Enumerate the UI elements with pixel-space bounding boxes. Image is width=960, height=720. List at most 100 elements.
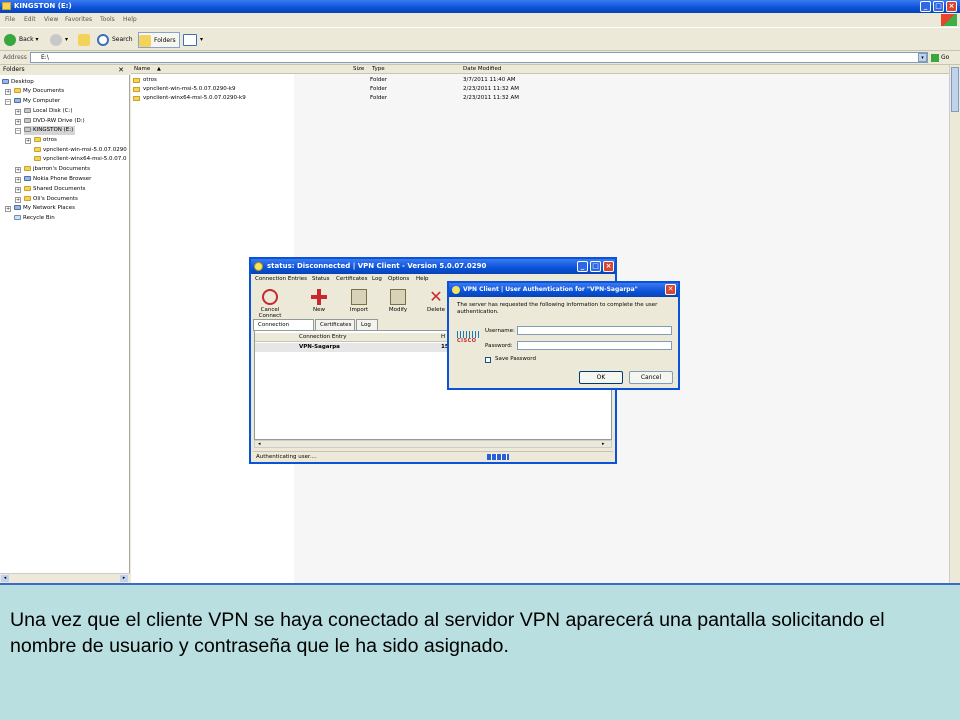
menu-help[interactable]: Help <box>416 276 429 282</box>
menu-favorites[interactable]: Favorites <box>65 16 92 23</box>
menu-status[interactable]: Status <box>312 276 330 282</box>
column-connection-entry[interactable]: Connection Entry <box>299 334 347 340</box>
vpn-horizontal-scrollbar[interactable]: ◂ ▸ <box>254 440 612 448</box>
views-button[interactable]: ▾ <box>183 32 203 48</box>
new-entry-button[interactable]: New <box>305 289 333 319</box>
tree-item-dvd-drive[interactable]: DVD-RW Drive (D:) <box>24 117 85 126</box>
up-folder-icon <box>78 33 90 46</box>
expand-toggle-icon[interactable]: + <box>25 138 31 144</box>
menu-help[interactable]: Help <box>123 16 137 23</box>
tree-item-otros[interactable]: otros <box>34 136 57 145</box>
expand-toggle-icon[interactable]: + <box>15 109 21 115</box>
cancel-button[interactable]: Cancel <box>629 371 673 384</box>
modify-button[interactable]: Modify <box>383 289 413 319</box>
menu-certificates[interactable]: Certificates <box>336 276 367 282</box>
address-dropdown-icon[interactable]: ▾ <box>918 53 927 62</box>
minimize-button[interactable]: _ <box>920 1 931 12</box>
tree-item-vpnclient-win[interactable]: vpnclient-win-msi-5.0.07.0290 <box>34 146 127 155</box>
folder-icon <box>24 186 31 191</box>
vertical-scrollbar[interactable] <box>949 65 960 583</box>
menu-log[interactable]: Log <box>372 276 382 282</box>
tree-item-recycle-bin[interactable]: Recycle Bin <box>14 214 55 223</box>
forward-button[interactable]: ▾ <box>50 32 68 48</box>
windows-logo-icon <box>941 14 957 26</box>
folder-icon <box>133 78 140 83</box>
menu-bar: File Edit View Favorites Tools Help <box>0 13 960 27</box>
folder-icon <box>34 147 41 152</box>
address-input[interactable]: E:\ <box>30 52 928 63</box>
scroll-right-icon[interactable]: ▸ <box>120 575 128 582</box>
tree-item-local-disk[interactable]: Local Disk (C:) <box>24 107 73 116</box>
file-row[interactable]: vpnclient-winx64-msi-5.0.07.0290-k9 Fold… <box>131 94 949 103</box>
tree-item-my-documents[interactable]: My Documents <box>14 87 64 96</box>
ok-button[interactable]: OK <box>579 371 623 384</box>
back-button[interactable]: Back ▾ <box>4 32 39 48</box>
tree-item-kingston[interactable]: KINGSTON (E:) <box>24 126 76 135</box>
vpn-maximize-button[interactable]: □ <box>590 261 601 272</box>
auth-close-button[interactable]: ✕ <box>665 284 676 295</box>
collapse-toggle-icon[interactable]: − <box>15 128 21 134</box>
folders-pane: Folders ✕ Desktop + My Documents − My Co… <box>0 65 130 583</box>
vpn-close-button[interactable]: × <box>603 261 614 272</box>
maximize-button[interactable]: □ <box>933 1 944 12</box>
folder-icon <box>14 88 21 93</box>
menu-edit[interactable]: Edit <box>24 16 36 23</box>
sort-ascending-icon: ▲ <box>157 66 161 72</box>
cancel-connect-button[interactable]: Cancel Connect <box>253 289 287 319</box>
column-size[interactable]: Size <box>353 66 364 72</box>
save-password-checkbox[interactable] <box>485 357 491 363</box>
tree-item-my-computer[interactable]: My Computer <box>14 97 60 106</box>
file-row[interactable]: otros Folder 3/7/2011 11:40 AM <box>131 76 949 85</box>
expand-toggle-icon[interactable]: + <box>15 197 21 203</box>
file-row[interactable]: vpnclient-win-msi-5.0.07.0290-k9 Folder … <box>131 85 949 94</box>
forward-arrow-icon <box>50 33 62 46</box>
column-type[interactable]: Type <box>372 66 385 72</box>
password-label: Password: <box>485 343 513 349</box>
tab-log[interactable]: Log <box>356 319 378 330</box>
menu-file[interactable]: File <box>5 16 15 23</box>
password-input[interactable] <box>517 341 672 350</box>
expand-toggle-icon[interactable]: + <box>15 167 21 173</box>
username-input[interactable] <box>517 326 672 335</box>
tree-item-desktop[interactable]: Desktop <box>2 78 34 87</box>
tree-item-vpnclient-winx64[interactable]: vpnclient-winx64-msi-5.0.07.0 <box>34 155 127 164</box>
auth-message: The server has requested the following i… <box>457 302 658 315</box>
menu-tools[interactable]: Tools <box>100 16 115 23</box>
tab-certificates[interactable]: Certificates <box>315 319 355 330</box>
close-button[interactable]: × <box>946 1 957 12</box>
tree-item-my-network-places[interactable]: My Network Places <box>14 204 75 213</box>
progress-bar <box>487 454 509 460</box>
expand-toggle-icon[interactable]: + <box>5 89 11 95</box>
expand-toggle-icon[interactable]: + <box>15 119 21 125</box>
scroll-left-icon[interactable]: ◂ <box>1 575 9 582</box>
tree-item-jbarron-documents[interactable]: jbarron's Documents <box>24 165 90 174</box>
tree-item-nokia-phone-browser[interactable]: Nokia Phone Browser <box>24 175 91 184</box>
menu-connection-entries[interactable]: Connection Entries <box>255 276 307 282</box>
go-button[interactable]: Go <box>931 52 957 63</box>
expand-toggle-icon[interactable]: + <box>5 206 11 212</box>
scroll-right-icon[interactable]: ▸ <box>602 441 605 448</box>
expand-toggle-icon[interactable]: + <box>15 187 21 193</box>
menu-options[interactable]: Options <box>388 276 409 282</box>
import-button[interactable]: Import <box>343 289 375 319</box>
vpn-minimize-button[interactable]: _ <box>577 261 588 272</box>
column-date-modified[interactable]: Date Modified <box>463 66 501 72</box>
search-button[interactable]: Search <box>97 32 133 48</box>
collapse-toggle-icon[interactable]: − <box>5 99 11 105</box>
scrollbar-thumb[interactable] <box>951 67 959 112</box>
folders-button[interactable]: Folders <box>138 32 180 48</box>
go-arrow-icon <box>931 53 939 62</box>
scroll-left-icon[interactable]: ◂ <box>258 441 261 448</box>
tree-item-oli-documents[interactable]: Oli's Documents <box>24 195 78 204</box>
close-folders-pane-button[interactable]: ✕ <box>118 65 124 75</box>
address-bar: Address E:\ ▾ Go <box>0 51 960 65</box>
window-title: KINGSTON (E:) <box>14 2 72 10</box>
expand-toggle-icon[interactable]: + <box>15 177 21 183</box>
folders-horizontal-scrollbar[interactable]: ◂ ▸ <box>0 573 130 583</box>
menu-view[interactable]: View <box>44 16 58 23</box>
up-folder-button[interactable] <box>78 32 93 48</box>
column-name[interactable]: Name <box>134 66 150 72</box>
tree-item-shared-documents[interactable]: Shared Documents <box>24 185 85 194</box>
save-password-label: Save Password <box>495 356 536 362</box>
column-host[interactable]: H <box>441 334 445 340</box>
